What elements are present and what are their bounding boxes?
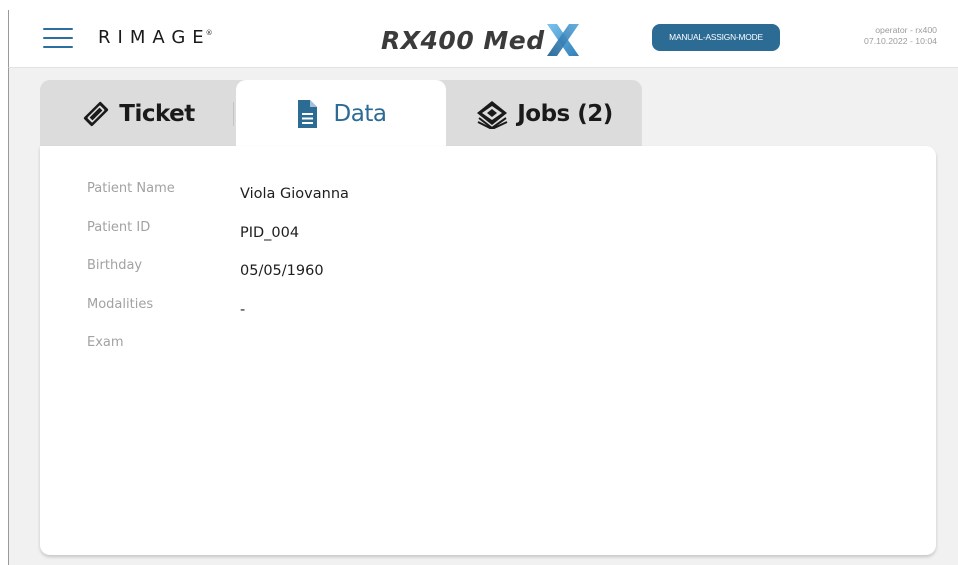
patient-id-row: Patient ID PID_004	[40, 220, 740, 241]
tab-data-label: Data	[333, 101, 387, 127]
discs-icon	[477, 101, 508, 129]
patient-name-value: Viola Giovanna	[240, 186, 349, 202]
birthday-label: Birthday	[87, 258, 143, 273]
tab-divider	[233, 102, 234, 126]
product-logo: RX400 Med	[381, 18, 585, 62]
tab-jobs[interactable]: Jobs (2)	[446, 80, 642, 148]
brand-logo: RIMAGE®	[98, 27, 218, 48]
app-header: RIMAGE® RX400 Med MANUAL-ASSIGN-MODE ope…	[8, 10, 958, 68]
patient-name-row: Patient Name Viola Giovanna	[40, 181, 740, 202]
modalities-value: -	[240, 302, 246, 318]
modalities-row: Modalities -	[40, 297, 740, 318]
patient-id-value: PID_004	[240, 225, 300, 241]
brand-registered-mark: ®	[205, 29, 213, 37]
product-x-logo-icon	[546, 24, 579, 56]
tab-ticket[interactable]: Ticket	[40, 80, 236, 148]
tab-jobs-label: Jobs (2)	[517, 101, 613, 127]
document-icon	[297, 100, 317, 128]
tab-ticket-label: Ticket	[119, 101, 195, 127]
modalities-label: Modalities	[87, 297, 154, 312]
patient-name-label: Patient Name	[87, 181, 175, 196]
product-name: RX400 Med	[381, 25, 545, 55]
ticket-icon	[84, 101, 109, 127]
exam-label: Exam	[87, 335, 124, 350]
mode-badge[interactable]: MANUAL-ASSIGN-MODE	[652, 24, 780, 51]
birthday-value: 05/05/1960	[240, 263, 324, 279]
exam-row: Exam	[40, 335, 740, 355]
brand-name: RIMAGE	[98, 27, 211, 48]
session-info: operator - rx400 07.10.2022 - 10:04	[864, 25, 937, 47]
tab-data[interactable]: Data	[236, 80, 446, 148]
datetime-label: 07.10.2022 - 10:04	[864, 36, 937, 46]
birthday-row: Birthday 05/05/1960	[40, 258, 740, 279]
hamburger-menu-icon[interactable]	[43, 24, 75, 52]
patient-data-panel: Patient Name Viola Giovanna Patient ID P…	[40, 146, 936, 555]
patient-id-label: Patient ID	[87, 220, 151, 235]
tab-bar: Ticket Data Jobs (2)	[40, 80, 642, 148]
operator-label: operator - rx400	[875, 25, 937, 35]
